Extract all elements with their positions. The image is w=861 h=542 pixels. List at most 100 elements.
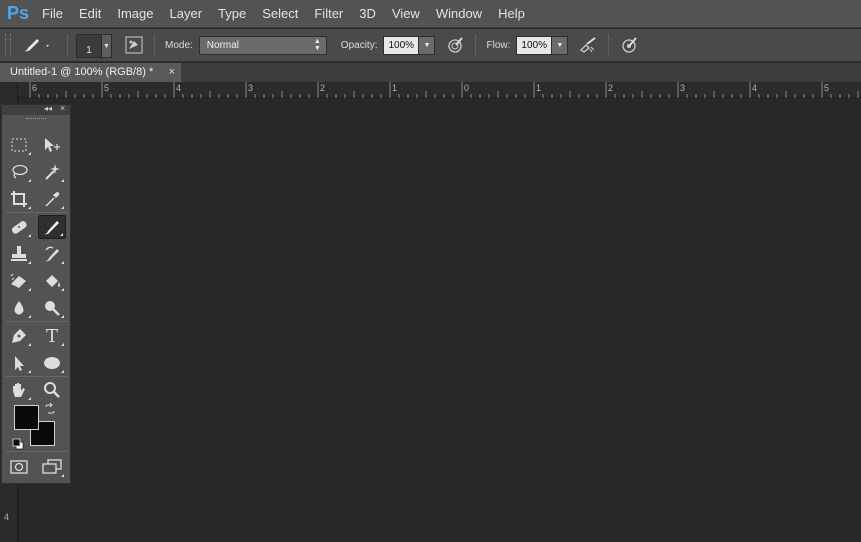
brush-icon: [24, 39, 49, 52]
document-tab[interactable]: Untitled-1 @ 100% (RGB/8) * ×: [0, 63, 181, 82]
zoom-icon: [44, 382, 60, 398]
foreground-color-swatch[interactable]: [14, 405, 39, 430]
document-tab-bar: Untitled-1 @ 100% (RGB/8) * ×: [0, 63, 861, 82]
ruler-label: 2: [608, 83, 614, 93]
eraser-icon: [10, 273, 26, 288]
ruler-label: 4: [4, 512, 10, 522]
flow-value[interactable]: 100%: [516, 35, 553, 55]
chevron-down-icon[interactable]: ▼: [102, 34, 112, 58]
menu-select[interactable]: Select: [254, 0, 306, 28]
menu-layer[interactable]: Layer: [162, 0, 211, 28]
zoom-tool[interactable]: [38, 378, 66, 402]
stamp-icon: [11, 246, 27, 261]
opacity-pressure-button[interactable]: [445, 35, 465, 55]
screen-mode-button[interactable]: [38, 455, 66, 479]
spot-healing-brush-tool[interactable]: [5, 215, 33, 239]
crop-tool[interactable]: [5, 187, 33, 211]
menu-file[interactable]: File: [34, 0, 71, 28]
path-selection-tool[interactable]: [5, 351, 33, 375]
path-selection-icon: [15, 356, 24, 371]
horizontal-ruler[interactable]: 6 5 4 3 2 1 0 1 2 3 4 5: [18, 82, 861, 98]
ruler-label: 4: [752, 83, 758, 93]
pen-tool[interactable]: [5, 324, 33, 348]
rectangular-marquee-tool[interactable]: [5, 133, 33, 157]
separator: [475, 34, 477, 56]
default-colors-icon[interactable]: [12, 437, 24, 455]
mode-value: Normal: [206, 39, 240, 51]
paint-bucket-icon: [46, 275, 60, 287]
panel-grip[interactable]: [2, 115, 70, 123]
options-grip[interactable]: [5, 34, 11, 56]
opacity-label: Opacity:: [340, 39, 378, 51]
menu-filter[interactable]: Filter: [306, 0, 351, 28]
eyedropper-icon: [45, 192, 60, 207]
menu-edit[interactable]: Edit: [71, 0, 109, 28]
menu-type[interactable]: Type: [210, 0, 254, 28]
type-tool[interactable]: T: [38, 324, 66, 348]
paint-bucket-tool[interactable]: [38, 269, 66, 293]
history-brush-icon: [45, 246, 59, 262]
blur-tool[interactable]: [5, 296, 33, 320]
ellipse-tool[interactable]: [38, 351, 66, 375]
ruler-label: 0: [464, 83, 470, 93]
mode-label: Mode:: [165, 39, 193, 51]
pressure-size-icon: [622, 37, 638, 53]
menu-help[interactable]: Help: [490, 0, 533, 28]
tools-panel-header[interactable]: ◂◂ ×: [2, 103, 70, 115]
history-brush-tool[interactable]: [38, 242, 66, 266]
chevron-down-icon[interactable]: ▼: [419, 35, 436, 55]
dodge-tool[interactable]: [38, 296, 66, 320]
move-tool[interactable]: [38, 133, 66, 157]
document-tab-title: Untitled-1 @ 100% (RGB/8) *: [10, 66, 154, 78]
menu-image[interactable]: Image: [109, 0, 161, 28]
pen-icon: [12, 329, 26, 343]
brush-panel-icon: [125, 36, 143, 54]
separator: [67, 34, 68, 56]
screen-mode-icon: [42, 459, 62, 474]
flow-field[interactable]: 100% ▼: [516, 35, 569, 55]
close-icon[interactable]: ×: [60, 103, 65, 113]
quick-mask-mode-button[interactable]: [5, 455, 33, 479]
updown-arrow-icon: ▲ ▼: [313, 38, 321, 52]
mode-select[interactable]: Normal ▲ ▼: [198, 35, 327, 55]
ellipse-icon: [44, 357, 60, 369]
close-icon[interactable]: ×: [169, 66, 175, 78]
brush-panel-toggle[interactable]: [124, 35, 144, 55]
opacity-field[interactable]: 100% ▼: [383, 35, 436, 55]
opacity-value[interactable]: 100%: [383, 35, 420, 55]
clone-stamp-tool[interactable]: [5, 242, 33, 266]
menu-window[interactable]: Window: [428, 0, 490, 28]
menu-3d[interactable]: 3D: [351, 0, 384, 28]
pressure-opacity-icon: [448, 37, 464, 53]
move-icon: [45, 138, 60, 152]
brush-size-picker[interactable]: 1 ▼: [76, 32, 114, 58]
ruler-label: 5: [824, 83, 830, 93]
airbrush-button[interactable]: [578, 35, 598, 55]
ruler-label: 5: [104, 83, 110, 93]
dodge-icon: [45, 301, 60, 316]
drop-icon: [14, 301, 24, 315]
collapse-icon[interactable]: ◂◂: [44, 104, 52, 113]
menu-view[interactable]: View: [384, 0, 428, 28]
ruler-label: 2: [320, 83, 326, 93]
tools-panel: ◂◂ × T: [1, 103, 71, 484]
eyedropper-tool[interactable]: [38, 187, 66, 211]
divider: [6, 321, 68, 322]
swap-colors-icon[interactable]: [44, 402, 56, 420]
quick-mask-icon: [10, 460, 28, 474]
ruler-label: 3: [248, 83, 254, 93]
magic-wand-tool[interactable]: [38, 160, 66, 184]
photoshop-logo: Ps: [6, 3, 30, 23]
brush-tool[interactable]: [38, 215, 66, 239]
tool-preset-picker[interactable]: [21, 33, 61, 57]
hand-tool[interactable]: [5, 378, 33, 402]
options-bar: 1 ▼ Mode: Normal ▲ ▼ Opacity: 100% ▼ Flow…: [0, 29, 861, 62]
chevron-down-icon[interactable]: ▼: [552, 35, 569, 55]
marquee-icon: [11, 138, 27, 152]
separator: [154, 34, 155, 56]
size-pressure-button[interactable]: [619, 35, 639, 55]
document-canvas[interactable]: [18, 98, 861, 542]
lasso-tool[interactable]: [5, 160, 33, 184]
eraser-tool[interactable]: [5, 269, 33, 293]
ruler-label: 3: [680, 83, 686, 93]
